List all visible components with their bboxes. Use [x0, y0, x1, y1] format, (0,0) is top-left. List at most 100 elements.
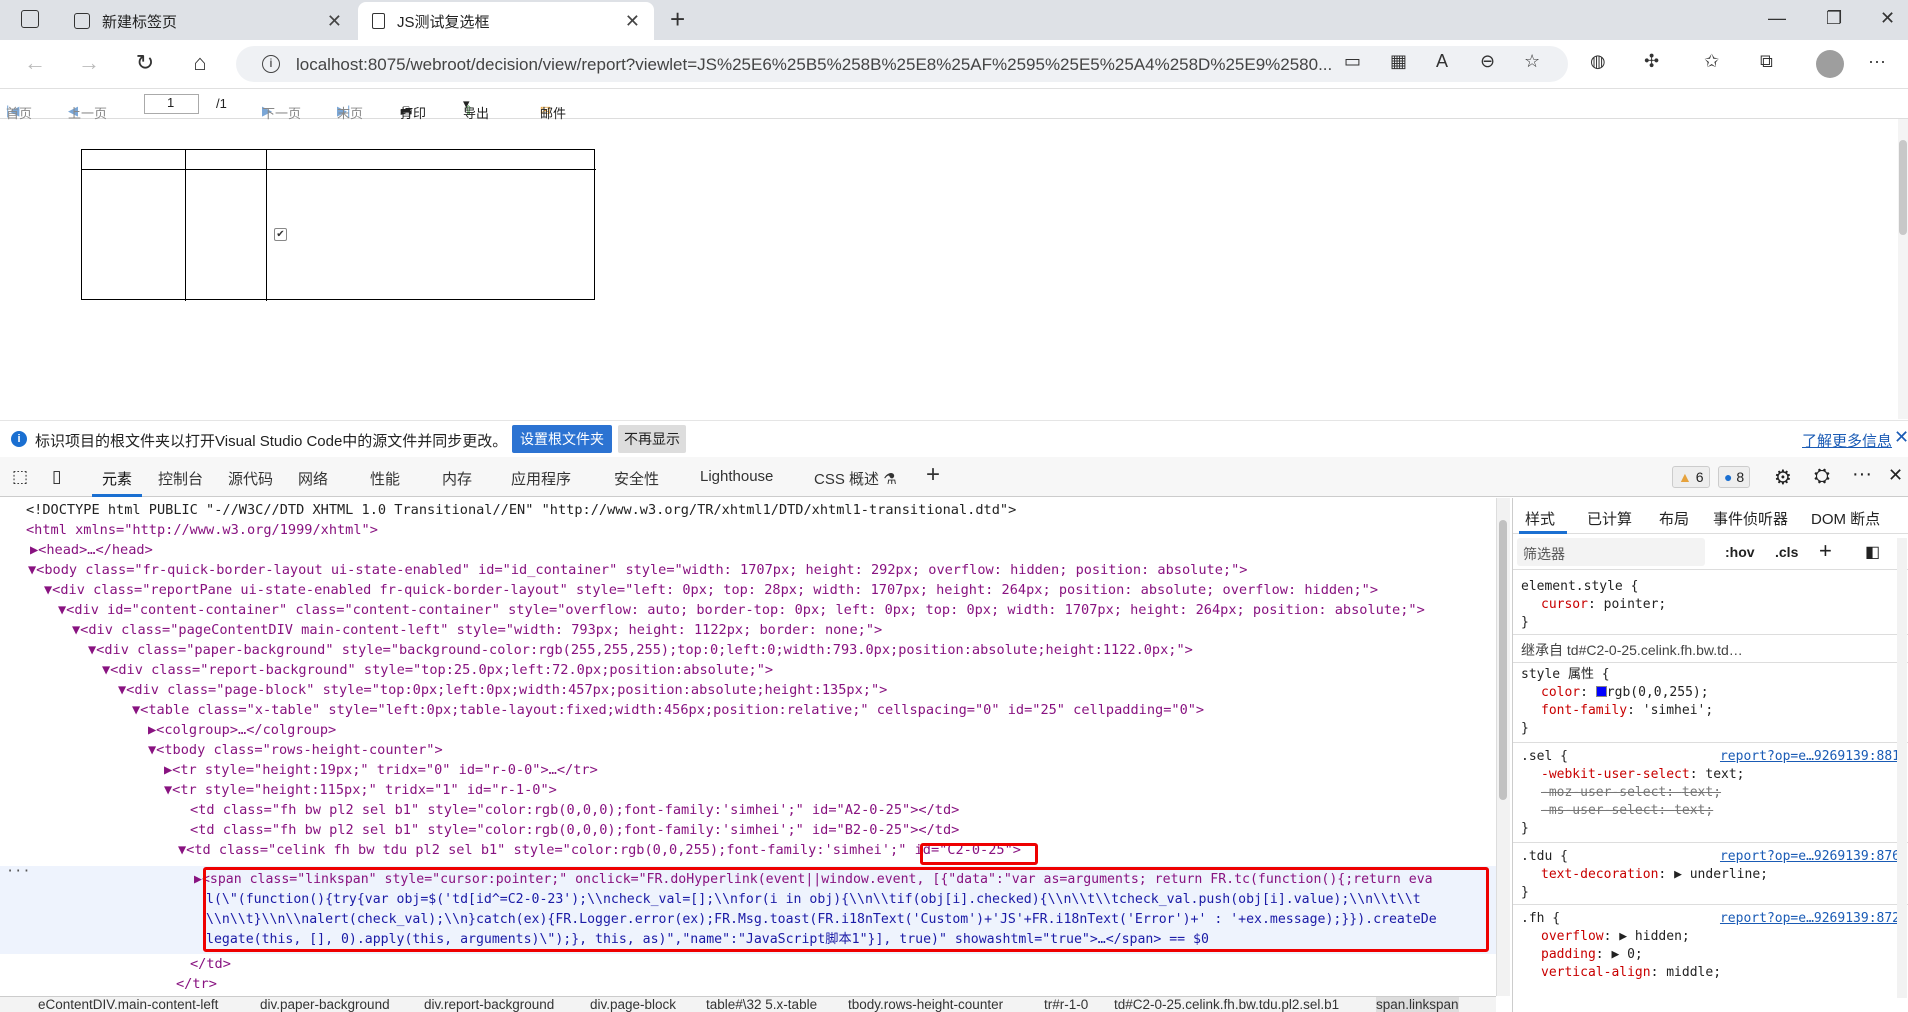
toggle-sidebar-icon[interactable]: ◧ [1865, 542, 1880, 562]
close-tab-icon[interactable]: ✕ [327, 11, 342, 32]
dom-scrollbar-thumb[interactable] [1499, 520, 1507, 800]
dom-line[interactable]: ▼<td class="celink fh bw tdu pl2 sel b1"… [178, 840, 1021, 860]
dom-line[interactable]: </tr> [176, 974, 217, 994]
dom-line[interactable]: ▼<tbody class="rows-height-counter"> [148, 740, 443, 760]
set-root-folder-button[interactable]: 设置根文件夹 [512, 425, 612, 453]
breadcrumb-item[interactable]: eContentDIV.main-content-left [38, 997, 218, 1012]
forward-icon[interactable]: → [75, 50, 103, 76]
new-tab-icon[interactable]: + [670, 4, 685, 35]
new-rule-icon[interactable]: + [1819, 538, 1832, 564]
zoom-icon[interactable]: ⊖ [1480, 51, 1495, 72]
dont-show-again-button[interactable]: 不再显示 [618, 425, 686, 453]
close-devtools-icon[interactable]: ✕ [1888, 465, 1903, 486]
learn-more-link[interactable]: 了解更多信息 [1802, 430, 1892, 451]
dom-line[interactable]: <html xmlns="http://www.w3.org/1999/xhtm… [26, 520, 378, 540]
tab-computed[interactable]: 已计算 [1587, 508, 1632, 529]
tab-network[interactable]: 网络 [298, 468, 328, 489]
page-number-input[interactable]: 1 [144, 94, 199, 114]
refresh-icon[interactable]: ↻ [131, 50, 159, 76]
apps-icon[interactable]: ▦ [1390, 51, 1407, 72]
tab-lighthouse[interactable]: Lighthouse [700, 468, 773, 485]
tab-console[interactable]: 控制台 [158, 468, 203, 489]
dom-line[interactable]: ▼<div class="reportPane ui-state-enabled… [44, 580, 1378, 600]
tab-event-listeners[interactable]: 事件侦听器 [1713, 508, 1788, 529]
more-options-icon[interactable]: ··· [1852, 463, 1872, 486]
dom-line[interactable]: ▼<div id="content-container" class="cont… [58, 600, 1425, 620]
tab-styles[interactable]: 样式 [1525, 508, 1555, 529]
tab-performance[interactable]: 性能 [370, 468, 400, 489]
messages-badge[interactable]: ● 8 [1718, 466, 1751, 488]
extensions-icon[interactable]: ✣ [1644, 51, 1659, 72]
favorites-icon[interactable]: ✩ [1704, 51, 1719, 72]
dom-line[interactable]: ▼<tr style="height:115px;" tridx="1" id=… [164, 780, 557, 800]
style-property[interactable]: overflow: ▶ hidden; [1541, 928, 1690, 946]
tab-elements[interactable]: 元素 [102, 468, 132, 489]
breadcrumb-item[interactable]: div.page-block [590, 997, 676, 1012]
dom-line[interactable]: ▶<tr style="height:19px;" tridx="0" id="… [164, 760, 598, 780]
rule-source-link[interactable]: report?op=e…9269139:881 [1720, 748, 1900, 766]
tab-application[interactable]: 应用程序 [511, 468, 571, 489]
minimize-icon[interactable]: — [1768, 8, 1786, 29]
style-property[interactable]: -webkit-user-select: text; [1541, 766, 1745, 784]
style-property[interactable]: cursor: pointer; [1541, 596, 1666, 614]
rule-source-link[interactable]: report?op=e…9269139:876 [1720, 848, 1900, 866]
read-aloud-icon[interactable]: A [1436, 51, 1448, 72]
app-available-icon[interactable]: ▭ [1344, 51, 1361, 72]
dom-line[interactable]: ▼<div class="report-background" style="t… [102, 660, 773, 680]
style-property[interactable]: font-family: 'simhei'; [1541, 702, 1713, 720]
class-toggle[interactable]: .cls [1775, 544, 1798, 560]
style-property[interactable]: vertical-align: middle; [1541, 964, 1721, 982]
dom-line[interactable]: ▼<body class="fr-quick-border-layout ui-… [28, 560, 1247, 580]
more-tabs-icon[interactable]: + [926, 461, 940, 489]
style-property-overridden[interactable]: -moz-user-select: text; [1541, 784, 1721, 802]
report-checkbox[interactable]: ✔ [274, 228, 287, 241]
breadcrumb-item[interactable]: td#C2-0-25.celink.fh.bw.tdu.pl2.sel.b1 [1114, 997, 1339, 1012]
url-text[interactable]: localhost:8075/webroot/decision/view/rep… [296, 55, 1576, 75]
browser-tab-active[interactable]: JS测试复选框 ✕ [358, 2, 654, 40]
filter-input[interactable]: 筛选器 [1517, 538, 1705, 566]
profile-avatar[interactable] [1816, 50, 1844, 78]
dom-line[interactable]: ▼<table class="x-table" style="left:0px;… [132, 700, 1204, 720]
rule-selector[interactable]: .sel { [1521, 748, 1568, 766]
settings-icon[interactable]: ⚙ [1774, 465, 1792, 490]
add-favorite-icon[interactable]: ☆ [1524, 51, 1540, 72]
tab-css-overview[interactable]: CSS 概述 ⚗ [814, 468, 897, 489]
warnings-badge[interactable]: ▲ 6 [1672, 466, 1710, 488]
rule-source-link[interactable]: report?op=e…9269139:872 [1720, 910, 1900, 928]
node-actions-icon[interactable]: ··· [6, 863, 31, 879]
tab-memory[interactable]: 内存 [442, 468, 472, 489]
dom-line[interactable]: ▼<div class="pageContentDIV main-content… [72, 620, 882, 640]
rule-selector[interactable]: .fh { [1521, 910, 1560, 928]
breadcrumb-item[interactable]: table#\32 5.x-table [706, 997, 817, 1012]
dom-line[interactable]: <td class="fh bw pl2 sel b1" style="colo… [190, 800, 959, 820]
customize-icon[interactable]: ⛭ [1814, 465, 1830, 488]
rule-selector[interactable]: .tdu { [1521, 848, 1568, 866]
breadcrumb-item[interactable]: tr#r-1-0 [1044, 997, 1088, 1012]
home-icon[interactable]: ⌂ [186, 50, 214, 76]
collections-icon[interactable]: ⧉ [1760, 51, 1773, 72]
close-icon[interactable]: ✕ [1894, 427, 1908, 448]
page-scrollbar-thumb[interactable] [1899, 140, 1907, 235]
dom-line[interactable]: ▼<div class="paper-background" style="ba… [88, 640, 1193, 660]
more-icon[interactable]: ··· [1868, 51, 1886, 72]
style-property[interactable]: text-decoration: ▶ underline; [1541, 866, 1768, 884]
hover-state-toggle[interactable]: :hov [1725, 544, 1755, 560]
rule-selector[interactable]: element.style { [1521, 578, 1638, 596]
back-icon[interactable]: ← [21, 50, 49, 76]
inspect-icon[interactable]: ⬚ [12, 467, 28, 487]
window-close-icon[interactable]: ✕ [1880, 8, 1895, 29]
tab-dom-breakpoints[interactable]: DOM 断点 [1811, 508, 1880, 529]
tab-security[interactable]: 安全性 [614, 468, 659, 489]
dom-line[interactable]: ▶<colgroup>…</colgroup> [148, 720, 336, 740]
styles-scrollbar[interactable] [1897, 538, 1907, 998]
url-field[interactable]: i localhost:8075/webroot/decision/view/r… [236, 46, 1568, 82]
style-property-overridden[interactable]: -ms-user-select: text; [1541, 802, 1713, 820]
style-property[interactable]: color: rgb(0,0,255); [1541, 684, 1709, 702]
tab-layout[interactable]: 布局 [1659, 508, 1689, 529]
export-button[interactable]: ⇪ 导出 ▾ [463, 96, 489, 121]
browser-tab-new[interactable]: 新建标签页 ✕ [68, 2, 356, 40]
tab-actions-icon[interactable] [21, 10, 39, 28]
breadcrumb-item[interactable]: div.paper-background [260, 997, 390, 1012]
tracking-icon[interactable]: ◍ [1590, 51, 1606, 72]
tab-sources[interactable]: 源代码 [228, 468, 273, 489]
